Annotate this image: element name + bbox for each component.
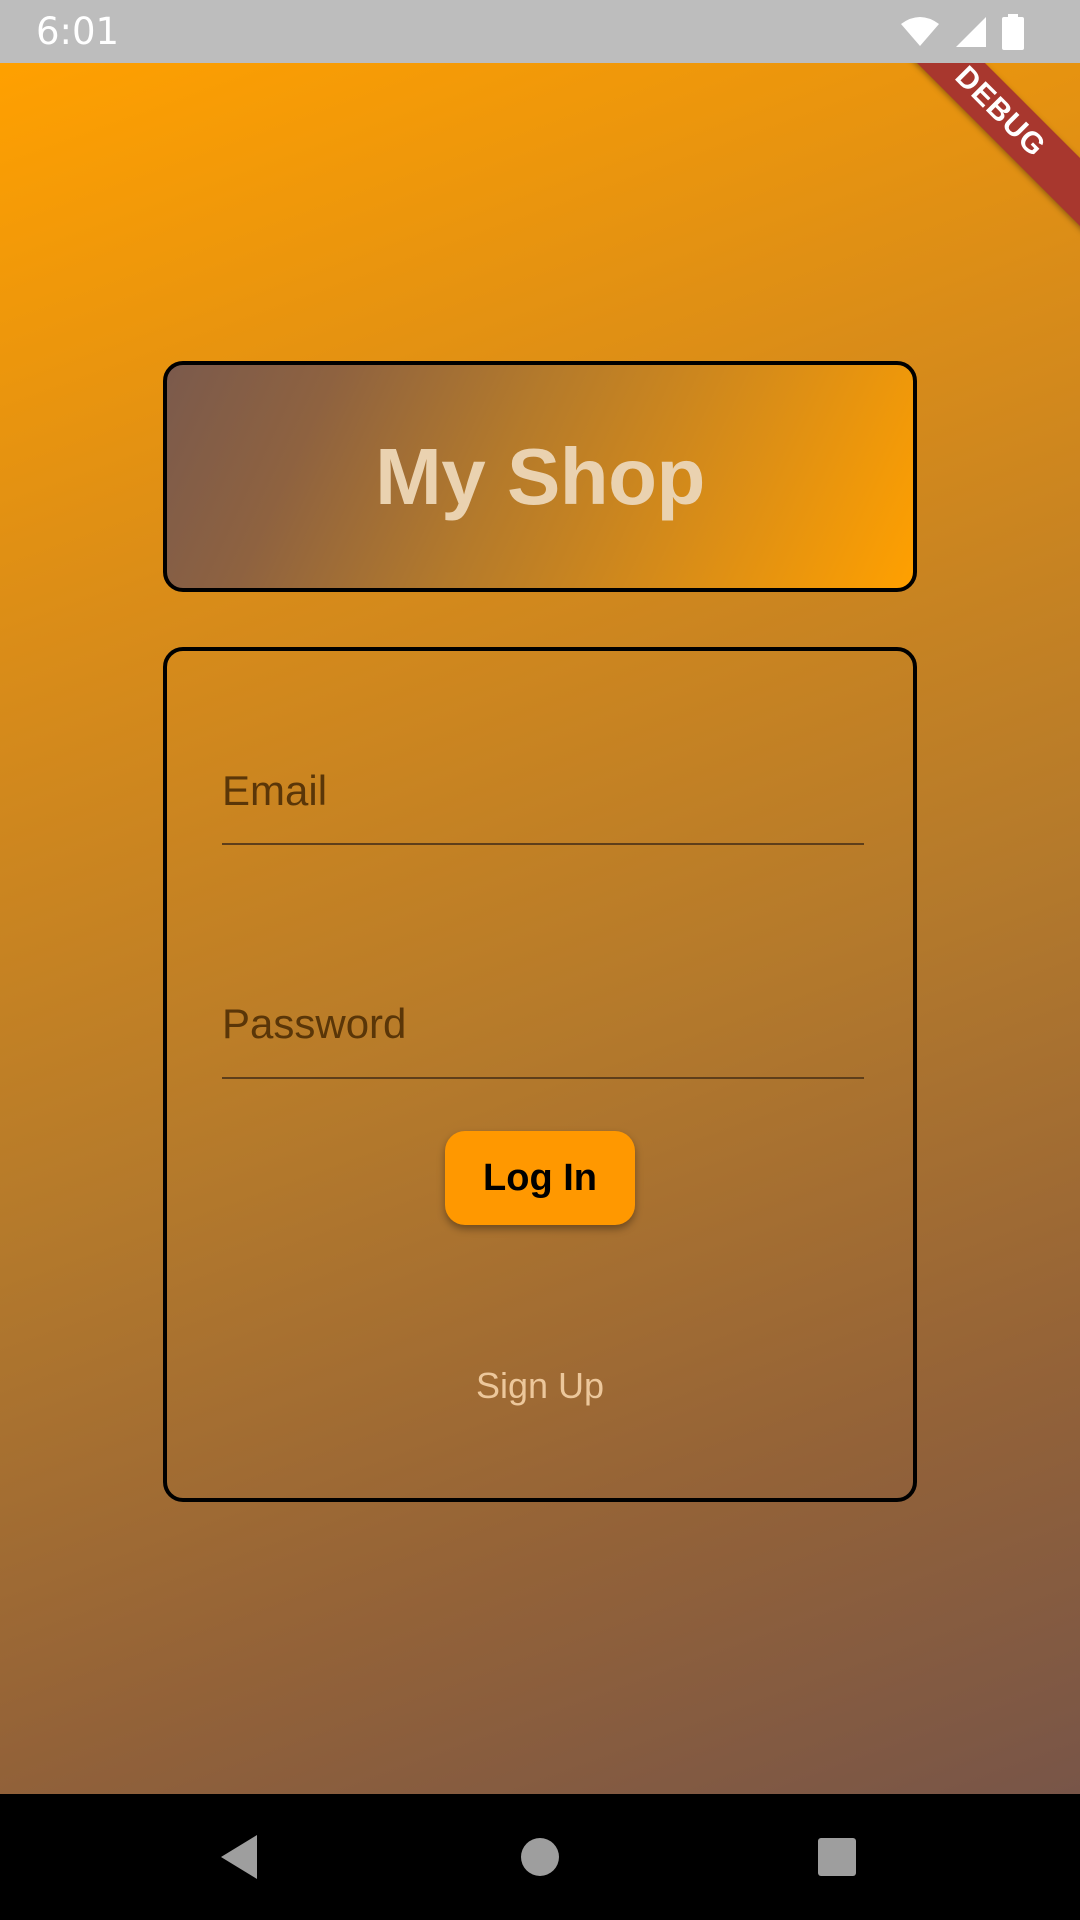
password-field <box>222 984 864 1079</box>
signup-link-row: Sign Up <box>167 1359 913 1413</box>
title-card: My Shop <box>163 361 917 592</box>
status-icons <box>900 13 1024 50</box>
status-bar: 6:01 <box>0 0 1080 63</box>
navigation-bar <box>0 1794 1080 1920</box>
login-button[interactable]: Log In <box>445 1131 635 1225</box>
home-icon[interactable] <box>509 1826 571 1888</box>
app-screen: DEBUG My Shop Log In Sign Up <box>0 63 1080 1794</box>
battery-icon <box>1002 13 1024 50</box>
signup-button[interactable]: Sign Up <box>460 1359 620 1413</box>
wifi-icon <box>900 16 940 48</box>
status-time: 6:01 <box>36 10 120 53</box>
recents-icon[interactable] <box>806 1826 868 1888</box>
debug-banner: DEBUG <box>876 63 1080 236</box>
app-title: My Shop <box>375 431 705 521</box>
email-input[interactable] <box>222 751 864 831</box>
email-field <box>222 751 864 845</box>
password-input[interactable] <box>222 984 864 1064</box>
cell-signal-icon <box>954 15 988 49</box>
login-form-card: Log In Sign Up <box>163 647 917 1502</box>
back-icon[interactable] <box>208 1826 270 1888</box>
